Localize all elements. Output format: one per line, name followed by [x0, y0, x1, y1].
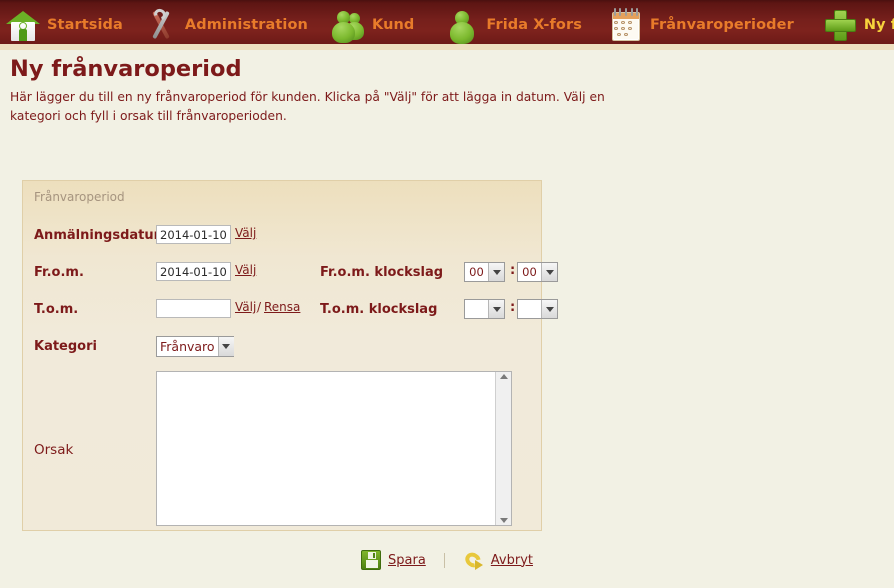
calendar-icon [607, 6, 645, 44]
row-kategori: Kategori Frånvaro [23, 336, 541, 366]
cancel-button[interactable]: Avbryt [462, 549, 533, 571]
chevron-down-icon [488, 300, 504, 318]
from-minute-value: 00 [522, 265, 537, 279]
people-icon [329, 6, 367, 44]
label-from-klockslag: Fr.o.m. klockslag [320, 265, 444, 280]
home-icon [4, 6, 42, 44]
page-header: Ny frånvaroperiod Här lägger du till en … [0, 56, 894, 126]
nav-label-administration: Administration [184, 17, 308, 33]
kategori-value: Frånvaro [160, 339, 215, 354]
nav-label-kund: Kund [371, 17, 415, 33]
kategori-select[interactable]: Frånvaro [156, 336, 234, 357]
nav-label-frida-x-fors: Frida X-fors [486, 17, 582, 33]
tom-date-input[interactable] [156, 299, 231, 318]
nav-label-franvaroperioder: Frånvaroperioder [649, 17, 794, 33]
franvaroperiod-form-panel: Frånvaroperiod Anmälningsdatum Välj Fr.o… [22, 180, 558, 531]
chevron-down-icon [541, 263, 557, 281]
label-orsak: Orsak [34, 442, 74, 458]
form-actions: Spara Avbryt [0, 549, 894, 571]
from-hour-value: 00 [469, 265, 484, 279]
nav-item-kund[interactable]: Kund [325, 3, 417, 48]
person-icon [443, 6, 481, 44]
label-anmalningsdatum: Anmälningsdatum [34, 228, 168, 243]
save-icon [361, 550, 381, 570]
from-minute-select[interactable]: 00 [517, 262, 558, 282]
label-kategori: Kategori [34, 339, 97, 354]
label-from: Fr.o.m. [34, 265, 84, 280]
action-divider [443, 552, 445, 568]
orsak-scrollbar[interactable] [495, 372, 511, 525]
tom-hour-select[interactable] [464, 299, 505, 319]
plus-icon [821, 6, 859, 44]
tom-clear-link[interactable]: Rensa [264, 300, 300, 314]
nav-item-frida-x-fors[interactable]: Frida X-fors [439, 3, 585, 48]
from-hour-select[interactable]: 00 [464, 262, 505, 282]
anmalningsdatum-pick-link[interactable]: Välj [235, 226, 256, 240]
tools-icon [142, 6, 180, 44]
page-title: Ny frånvaroperiod [10, 56, 242, 82]
label-tom: T.o.m. [34, 302, 79, 317]
tom-link-separator: / [257, 300, 262, 314]
tom-time-separator: : [510, 300, 516, 315]
row-from: Fr.o.m. Välj Fr.o.m. klockslag 00 : 00 [23, 262, 558, 292]
row-tom: T.o.m. Välj / Rensa T.o.m. klockslag : [23, 299, 558, 329]
save-button[interactable]: Spara [361, 550, 426, 570]
undo-icon [462, 549, 484, 571]
page-description: Här lägger du till en ny frånvaroperiod … [10, 90, 605, 123]
chevron-down-icon [217, 337, 234, 356]
orsak-value [157, 372, 511, 378]
orsak-textarea[interactable] [156, 371, 512, 526]
scroll-down-icon[interactable] [499, 518, 508, 523]
chevron-down-icon [488, 263, 504, 281]
nav-item-startsida[interactable]: Startsida [0, 3, 126, 48]
tom-minute-select[interactable] [517, 299, 558, 319]
cancel-button-label: Avbryt [490, 552, 533, 568]
from-pick-link[interactable]: Välj [235, 263, 256, 277]
chevron-down-icon [541, 300, 557, 318]
nav-item-franvaroperioder[interactable]: Frånvaroperioder [603, 3, 797, 48]
nav-item-ny-franvaroperiod[interactable]: Ny frånvaroperiod [817, 3, 894, 48]
tom-minute-value [518, 300, 541, 318]
tom-hour-value [465, 300, 488, 318]
top-navigation-bar: Startsida Administration Kund Frida X-fo… [0, 0, 894, 50]
anmalningsdatum-input[interactable] [156, 225, 231, 244]
row-anmalningsdatum: Anmälningsdatum Välj [23, 225, 541, 255]
from-date-input[interactable] [156, 262, 231, 281]
label-tom-klockslag: T.o.m. klockslag [320, 302, 438, 317]
nav-item-administration[interactable]: Administration [138, 3, 311, 48]
save-button-label: Spara [388, 552, 426, 568]
panel-legend: Frånvaroperiod [34, 190, 125, 204]
tom-pick-link[interactable]: Välj [235, 300, 256, 314]
scroll-up-icon[interactable] [499, 374, 508, 379]
nav-label-ny-franvaroperiod: Ny frånvaroperiod [863, 17, 894, 33]
nav-label-startsida: Startsida [47, 17, 123, 33]
from-time-separator: : [510, 263, 516, 278]
